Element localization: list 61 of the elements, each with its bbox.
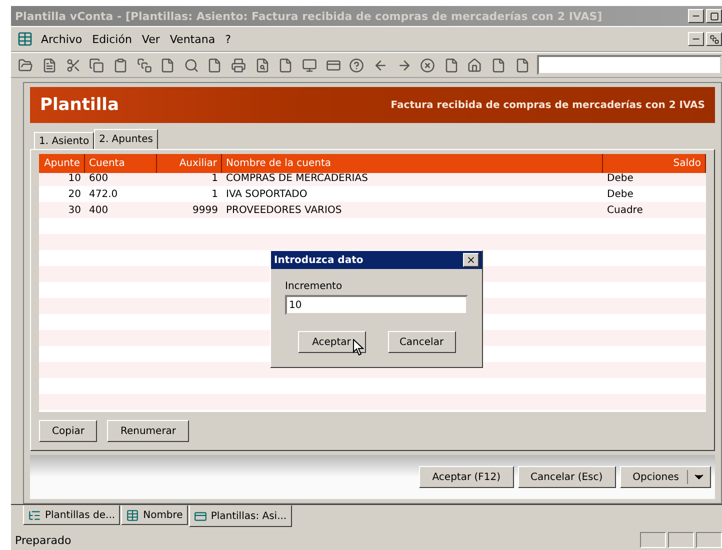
- column-header[interactable]: Apunte: [39, 154, 85, 173]
- dialog-button[interactable]: Aceptar: [298, 331, 366, 353]
- column-header[interactable]: Auxiliar: [157, 154, 222, 173]
- table-cell-text: Debe: [606, 188, 634, 202]
- action-button[interactable]: Renumerar: [107, 420, 190, 442]
- maximize-button[interactable]: [706, 9, 722, 23]
- table-cell-text: PROVEEDORES VARIOS: [225, 204, 343, 218]
- window-tab[interactable]: Nombre: [121, 505, 188, 525]
- header-subtitle: Factura recibida de compras de mercaderías con 2 IVAS: [390, 100, 705, 110]
- status-panel: [696, 532, 722, 548]
- close-button[interactable]: [463, 253, 479, 267]
- status-text: Preparado: [15, 534, 72, 546]
- tab[interactable]: 1. Asiento: [34, 132, 94, 149]
- dialog-button[interactable]: Cancelar: [388, 331, 456, 353]
- table-cell-text: 10: [67, 172, 82, 186]
- restore-icon: [710, 34, 718, 44]
- cursor-icon: [353, 339, 364, 356]
- tree-icon: [28, 508, 41, 522]
- minimize-button[interactable]: [688, 32, 704, 46]
- table-cell-text: 1: [210, 188, 219, 202]
- footer-button[interactable]: Cancelar (Esc): [518, 466, 616, 488]
- table-cell-text: Debe: [606, 172, 634, 186]
- menu-item[interactable]: Edición: [90, 32, 134, 46]
- close-icon: [466, 255, 476, 265]
- window-tab[interactable]: Plantillas de...: [23, 505, 120, 525]
- options-button[interactable]: Opciones: [620, 466, 711, 488]
- table-cell-text: 20: [67, 188, 82, 202]
- minimize-button[interactable]: [688, 9, 704, 23]
- dialog-title: Introduzca dato: [271, 251, 482, 269]
- column-header[interactable]: Saldo: [603, 154, 706, 173]
- table-cell-text: 400: [88, 204, 110, 218]
- table-cell-text: IVA SOPORTADO: [225, 188, 308, 202]
- status-panel: [668, 532, 694, 548]
- window-tab[interactable]: Plantillas: Asi...: [188, 505, 292, 527]
- table-cell-text: 472.0: [88, 188, 119, 202]
- app-icon: [17, 31, 33, 47]
- table-cell-text: Cuadre: [606, 204, 644, 218]
- status-panel: [640, 532, 666, 548]
- menu-item[interactable]: ?: [223, 32, 233, 46]
- restore-button[interactable]: [706, 32, 722, 46]
- column-header[interactable]: Nombre de la cuenta: [222, 154, 603, 173]
- footer-button[interactable]: Aceptar (F12): [419, 466, 514, 488]
- toolbar-field[interactable]: [537, 55, 722, 75]
- menu-item[interactable]: Archivo: [39, 32, 84, 46]
- column-header[interactable]: Cuenta: [85, 154, 157, 173]
- window-title: Plantilla vConta - [Plantillas: Asiento: Factura recibida de compras de mercaderías con 2 IVAS]: [11, 6, 722, 26]
- table-cell-text: 600: [88, 172, 110, 186]
- field-label: Incremento: [285, 281, 344, 292]
- header-title: Plantilla: [40, 95, 119, 115]
- maximize-icon: [710, 12, 718, 20]
- table-cell-text: 30: [67, 204, 82, 218]
- menu-item[interactable]: Ventana: [168, 32, 218, 46]
- table-icon: [126, 508, 140, 522]
- table-cell-text: 1: [210, 172, 219, 186]
- table-cell-text: 9999: [192, 204, 219, 218]
- input-field[interactable]: 10: [285, 295, 468, 315]
- table-cell-text: COMPRAS DE MERCADERIAS: [225, 172, 369, 186]
- menu-item[interactable]: Ver: [140, 32, 162, 46]
- tab[interactable]: 2. Apuntes: [94, 129, 158, 149]
- form-icon: [194, 510, 207, 522]
- action-button[interactable]: Copiar: [39, 420, 98, 442]
